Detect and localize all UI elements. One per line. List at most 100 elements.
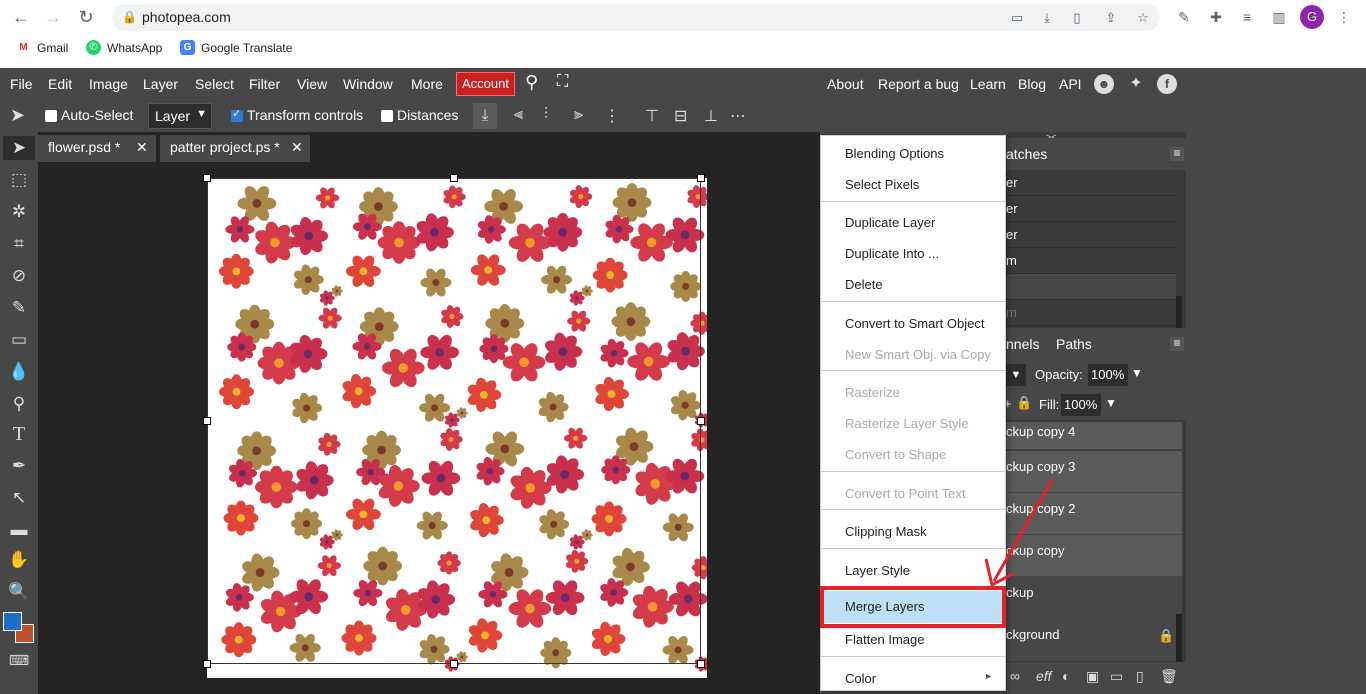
twitter-icon[interactable]: ✦ [1126,74,1146,94]
healing-brush-icon[interactable]: ⊘ [7,264,31,288]
auto-select-checkbox[interactable] [45,110,57,122]
adjustment-icon[interactable]: ◐ [1062,668,1070,684]
share-icon[interactable]: ⇪ [1102,9,1120,27]
menu-window[interactable]: Window [343,76,393,92]
link-report-bug[interactable]: Report a bug [878,76,959,92]
tab-patter-project[interactable]: patter project.ps * [160,135,310,162]
layer-effects-icon[interactable]: eff [1036,668,1052,684]
menu-select[interactable]: Select [195,76,234,92]
account-button[interactable]: Account [456,72,515,96]
trash-icon[interactable]: 🗑 [1160,668,1178,685]
align-hcenter-icon[interactable]: ⫶ [544,106,548,124]
layer-row[interactable]: ckground 🔒 [1006,619,1182,661]
address-bar[interactable]: 🔒 photopea.com ▭ ⤓ ▯ ⇪ ☆ [112,4,1160,31]
reading-list-icon[interactable]: ≡ [1237,7,1257,27]
transform-handle[interactable] [697,660,705,668]
close-icon[interactable]: ✕ [291,139,303,156]
menu-item-blending-options[interactable]: Blending Options [821,138,1005,168]
menu-item-flatten-image[interactable]: Flatten Image [821,624,1005,654]
link-about[interactable]: About [827,76,864,92]
menu-edit[interactable]: Edit [48,76,72,92]
link-api[interactable]: API [1059,76,1082,92]
transform-handle[interactable] [697,174,705,182]
blur-tool-icon[interactable]: 💧 [7,360,31,384]
menu-image[interactable]: Image [89,76,128,92]
menu-filter[interactable]: Filter [249,76,280,92]
list-item[interactable]: m [1006,248,1176,274]
menu-item-clipping-mask[interactable]: Clipping Mask [821,516,1005,546]
list-item[interactable]: er [1006,170,1176,196]
download-icon[interactable]: ⤓ [1038,9,1056,27]
align-top-icon[interactable]: ⊤ [645,106,659,126]
menu-layer[interactable]: Layer [143,76,178,92]
close-icon[interactable]: ✕ [136,139,148,156]
distribute-icon[interactable]: ⋮ [604,106,620,126]
scrollbar[interactable] [1176,614,1182,662]
eyedropper-ext-icon[interactable]: ✎ [1174,7,1194,27]
transform-handle[interactable] [203,417,211,425]
lock-icon[interactable]: 🔒 [1016,395,1032,411]
dodge-tool-icon[interactable]: ⚲ [7,392,31,416]
foreground-color-swatch[interactable] [3,612,22,631]
align-download-icon[interactable]: ⤓ [473,103,497,129]
tab-paths[interactable]: Paths [1056,336,1092,352]
layer-select-dropdown[interactable]: Layer ▼ [148,103,212,129]
facebook-icon[interactable]: f [1157,74,1177,94]
back-icon[interactable]: ← [10,6,32,28]
list-item[interactable]: er [1006,222,1176,248]
menu-more[interactable]: More [411,76,443,92]
menu-item-duplicate-layer[interactable]: Duplicate Layer [821,207,1005,237]
list-item[interactable]: m [1006,300,1176,326]
bookmark-gmail[interactable]: M Gmail [16,40,68,55]
menu-item-color[interactable]: Color ► [821,663,1005,693]
type-tool-icon[interactable]: T [7,422,31,446]
blend-mode-dropdown[interactable]: ▼ [1006,364,1026,386]
menu-item-delete[interactable]: Delete [821,269,1005,299]
menu-item-convert-smart-object[interactable]: Convert to Smart Object [821,308,1005,338]
transform-handle[interactable] [697,417,705,425]
menu-item-layer-style[interactable]: Layer Style [821,555,1005,585]
menu-view[interactable]: View [297,76,327,92]
hand-tool-icon[interactable]: ✋ [7,548,31,572]
magic-wand-icon[interactable]: ✲ [7,200,31,224]
layer-row[interactable]: ckup copy 4 [1006,422,1182,450]
path-select-icon[interactable]: ↖ [7,486,31,510]
list-item[interactable]: er [1006,196,1176,222]
chevron-down-icon[interactable]: ▼ [1105,396,1117,410]
link-blog[interactable]: Blog [1018,76,1046,92]
marquee-tool-icon[interactable]: ⬚ [7,168,31,192]
search-icon[interactable]: ⚲ [525,72,538,93]
gradient-tool-icon[interactable]: ▭ [7,328,31,352]
reddit-icon[interactable]: ☻ [1094,74,1114,94]
opacity-input[interactable]: 100% [1088,364,1128,386]
crop-tool-icon[interactable]: ⌗ [7,232,31,256]
fill-input[interactable]: 100% [1061,394,1101,416]
screenshot-icon[interactable]: ▭ [1008,9,1026,27]
tab-swatches[interactable]: atches [1006,146,1047,162]
align-left-icon[interactable]: ⫷ [514,106,523,124]
bookmark-whatsapp[interactable]: ✆ WhatsApp [86,40,162,55]
align-bottom-icon[interactable]: ⊥ [704,106,718,126]
brush-tool-icon[interactable]: ✎ [7,296,31,320]
mask-icon[interactable]: ▣ [1086,668,1099,685]
pen-tool-icon[interactable]: ✒ [7,454,31,478]
forward-icon[interactable]: → [42,6,64,28]
distances-checkbox[interactable] [381,110,393,122]
transform-handle[interactable] [450,660,458,668]
chevron-down-icon[interactable]: ▼ [1131,366,1143,380]
extensions-icon[interactable]: ✚ [1206,7,1226,27]
keyboard-icon[interactable]: ⌨ [7,648,31,672]
fullscreen-icon[interactable]: ⛶ [557,73,568,91]
avatar[interactable]: G [1300,5,1324,29]
distribute-h-icon[interactable]: ⋯ [730,106,746,126]
tab-channels[interactable]: nnels [1006,336,1039,352]
transform-controls-checkbox[interactable] [231,107,243,122]
move-tool-icon[interactable]: ➤ [3,136,35,160]
panel-menu-icon[interactable]: ≡ [1170,337,1184,351]
shape-tool-icon[interactable]: ▬ [7,518,31,542]
list-item[interactable] [1006,274,1176,300]
menu-item-duplicate-into[interactable]: Duplicate Into ... [821,238,1005,268]
scrollbar[interactable] [1176,296,1182,328]
bookmark-google-translate[interactable]: G Google Translate [180,40,292,55]
align-right-icon[interactable]: ⫸ [574,106,583,124]
